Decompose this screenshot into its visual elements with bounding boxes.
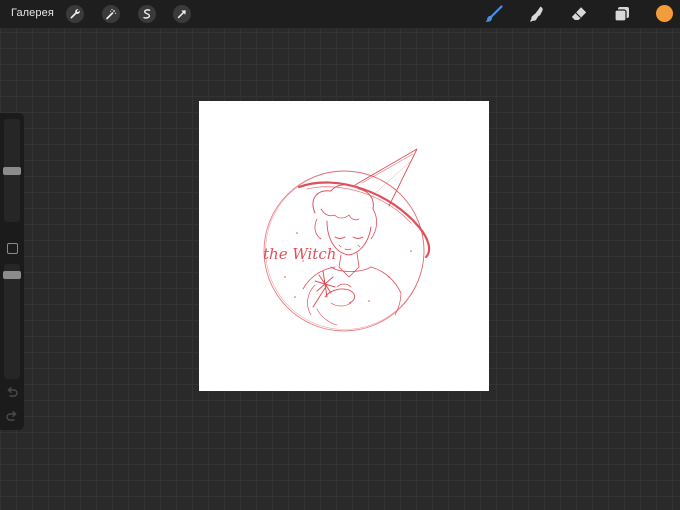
adjustments-button[interactable] xyxy=(102,5,120,23)
modify-button[interactable] xyxy=(7,243,18,254)
drawing-canvas[interactable]: the Witch xyxy=(199,101,489,391)
sketch-artwork: the Witch xyxy=(263,148,431,332)
opacity-slider[interactable] xyxy=(3,264,21,379)
sketch-title-text: the Witch xyxy=(263,245,336,263)
smudge-icon xyxy=(530,6,543,22)
brush-size-slider[interactable] xyxy=(3,119,21,222)
magic-wand-icon xyxy=(106,9,117,20)
layers-icon xyxy=(614,7,629,22)
opacity-thumb[interactable] xyxy=(3,271,21,279)
brush-icon xyxy=(485,5,503,22)
undo-icon[interactable] xyxy=(5,385,19,399)
redo-icon[interactable] xyxy=(5,409,19,423)
brush-tool-button[interactable] xyxy=(483,3,505,25)
smudge-tool-button[interactable] xyxy=(526,3,548,25)
eraser-tool-button[interactable] xyxy=(568,3,590,25)
top-toolbar: Галерея xyxy=(0,0,680,28)
transform-button[interactable] xyxy=(173,5,191,23)
brush-size-thumb[interactable] xyxy=(3,167,21,175)
gallery-button[interactable]: Галерея xyxy=(11,7,54,19)
eraser-icon xyxy=(571,7,587,20)
selection-button[interactable] xyxy=(138,5,156,23)
layers-button[interactable] xyxy=(611,3,633,25)
transform-arrow-icon xyxy=(177,10,186,19)
selection-icon xyxy=(143,9,151,19)
left-sidebar xyxy=(0,113,24,430)
actions-wrench-button[interactable] xyxy=(66,5,84,23)
wrench-icon xyxy=(70,9,80,19)
color-picker-button[interactable] xyxy=(656,5,673,22)
